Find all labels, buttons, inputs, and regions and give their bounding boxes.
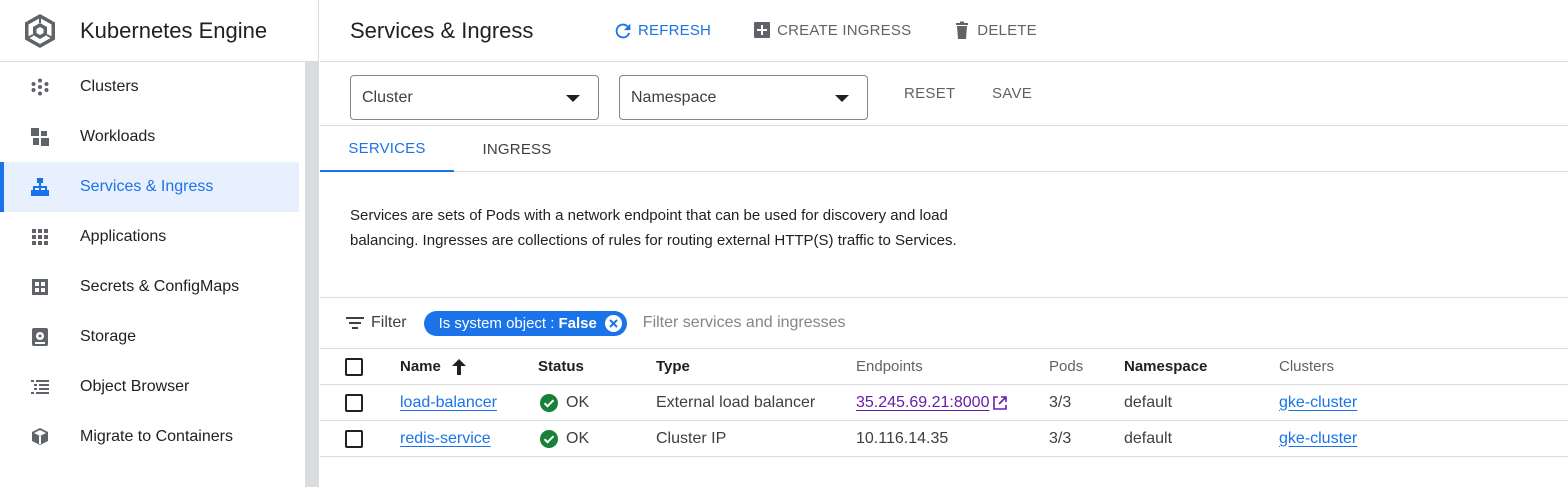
sidebar-item-label: Object Browser [80,378,190,395]
close-icon[interactable] [604,314,622,332]
tab-bar: SERVICES INGRESS [320,126,1568,172]
kubernetes-engine-logo-icon[interactable] [22,13,58,49]
brand-header: Kubernetes Engine [0,0,318,62]
sidebar-nav: Clusters Workloads Services & Ingress Ap… [0,62,305,462]
select-all-checkbox[interactable] [345,357,363,376]
status-cell: OK [540,385,589,420]
page-description: Services are sets of Pods with a network… [350,207,957,249]
sidebar-item-label: Secrets & ConfigMaps [80,278,240,295]
sidebar-item-services-ingress[interactable]: Services & Ingress [0,162,299,212]
external-link-icon[interactable] [993,395,1008,410]
table-row: redis-service OK Cluster IP 10.116.14.35… [320,421,1568,457]
namespace-cell: default [1124,429,1173,447]
table-row: load-balancer OK External load balancer … [320,385,1568,421]
column-header-endpoints: Endpoints [856,358,923,375]
column-header-clusters: Clusters [1279,358,1335,375]
check-circle-icon [540,393,558,412]
page-title: Services & Ingress [350,17,534,43]
service-name-link[interactable]: redis-service [400,421,491,456]
service-name-link[interactable]: load-balancer [400,385,497,420]
type-cell: External load balancer [656,393,816,411]
cluster-link[interactable]: gke-cluster [1279,421,1357,456]
save-button[interactable]: SAVE [992,85,1032,102]
row-checkbox[interactable] [345,429,363,448]
filter-button[interactable]: Filter [346,314,407,332]
object-browser-icon [30,377,50,397]
filter-bar: Filter Is system object : False [320,297,1568,349]
refresh-button[interactable]: REFRESH [612,20,711,42]
tab-ingress[interactable]: INGRESS [454,126,580,172]
sidebar-item-label: Applications [80,228,167,245]
clusters-icon [30,77,50,97]
check-circle-icon [540,429,558,448]
sidebar-item-secrets-configmaps[interactable]: Secrets & ConfigMaps [0,262,305,312]
sidebar-item-label: Services & Ingress [80,178,214,195]
sidebar-scrollbar[interactable] [305,62,318,487]
workloads-icon [30,127,50,147]
filter-search-input[interactable] [642,314,1043,332]
sidebar-item-applications[interactable]: Applications [0,212,305,262]
status-text: OK [566,393,590,411]
filters-row: Cluster Namespace RESET SAVE [320,62,1568,126]
status-text: OK [566,429,590,447]
namespace-select-label: Namespace [631,88,717,106]
sidebar-item-label: Migrate to Containers [80,428,233,445]
column-header-type[interactable]: Type [656,349,690,384]
delete-button[interactable]: DELETE [953,21,1037,41]
filter-chip-value: False [558,314,597,332]
storage-icon [30,327,50,347]
sidebar-item-label: Storage [80,328,137,345]
add-box-icon [754,21,771,38]
reset-button[interactable]: RESET [904,85,956,102]
filter-chip-key: Is system object : [438,314,555,332]
services-table: Name Status Type Endpoints Pods Namespac… [320,349,1568,457]
sidebar-item-clusters[interactable]: Clusters [0,62,305,112]
endpoint-cell: 10.116.14.35 [856,429,949,447]
create-ingress-button[interactable]: CREATE INGRESS [753,21,911,41]
column-header-namespace[interactable]: Namespace [1124,349,1207,384]
row-checkbox[interactable] [345,393,363,412]
cluster-link[interactable]: gke-cluster [1279,385,1357,420]
pods-cell: 3/3 [1049,429,1072,447]
applications-icon [30,227,50,247]
dropdown-arrow-icon [835,95,849,102]
dropdown-arrow-icon [566,95,580,102]
endpoint-link[interactable]: 35.245.69.21:8000 [856,394,989,412]
sidebar-item-object-browser[interactable]: Object Browser [0,362,305,412]
migrate-icon [30,427,50,447]
sidebar-item-label: Clusters [80,78,139,95]
refresh-label: REFRESH [638,22,712,39]
tab-services[interactable]: SERVICES [320,126,454,172]
filter-label: Filter [371,314,407,331]
page-header: Services & Ingress REFRESH CREATE INGRES… [320,0,1568,62]
sidebar: Kubernetes Engine Clusters Workloads Ser… [0,0,319,487]
sort-ascending-icon[interactable] [451,358,467,376]
pods-cell: 3/3 [1049,393,1072,411]
secrets-icon [30,277,50,297]
table-header-row: Name Status Type Endpoints Pods Namespac… [320,349,1568,385]
namespace-cell: default [1124,393,1173,411]
delete-label: DELETE [977,22,1037,39]
type-cell: Cluster IP [656,429,727,447]
sidebar-item-label: Workloads [80,128,156,145]
filter-chip-system-object[interactable]: Is system object : False [423,310,627,336]
namespace-select[interactable]: Namespace [619,75,868,120]
product-title: Kubernetes Engine [80,17,268,43]
filter-list-icon [346,317,364,329]
create-ingress-label: CREATE INGRESS [777,22,912,39]
cluster-select-label: Cluster [362,88,413,106]
column-header-pods: Pods [1049,358,1084,375]
trash-icon [956,21,969,39]
sidebar-item-migrate-to-containers[interactable]: Migrate to Containers [0,412,305,462]
cluster-select[interactable]: Cluster [350,75,599,120]
column-header-name[interactable]: Name [400,349,467,384]
services-icon [30,177,50,197]
sidebar-item-workloads[interactable]: Workloads [0,112,305,162]
sidebar-item-storage[interactable]: Storage [0,312,305,362]
status-cell: OK [540,421,589,456]
refresh-icon [615,23,631,38]
endpoint-cell: 35.245.69.21:8000 [856,385,1008,420]
column-header-status[interactable]: Status [538,349,584,384]
